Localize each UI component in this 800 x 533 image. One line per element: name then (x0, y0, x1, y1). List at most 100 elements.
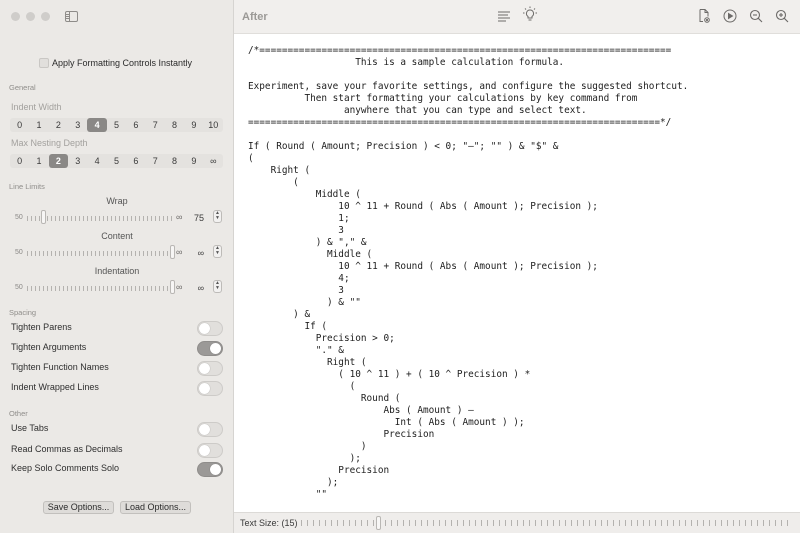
wrap-min-label: 50 (15, 214, 23, 221)
code-line: Right ( (248, 357, 367, 368)
keep-solo-comments-solo-label: Keep Solo Comments Solo (11, 463, 120, 473)
close-window-button[interactable] (11, 12, 20, 21)
indent-width-option[interactable]: 8 (165, 118, 184, 132)
max-nesting-depth-option[interactable]: 8 (165, 154, 184, 168)
code-line: Int ( Abs ( Amount ) ); (248, 417, 525, 428)
keep-solo-comments-solo-toggle[interactable] (197, 462, 223, 477)
code-line: Precision (248, 465, 390, 476)
code-line: Middle ( (248, 189, 361, 200)
text-size-slider-track[interactable] (301, 520, 793, 526)
code-line: Right ( (248, 165, 311, 176)
indent-wrapped-lines-label: Indent Wrapped Lines (11, 382, 99, 392)
code-line: This is a sample calculation formula. (248, 57, 565, 68)
code-line: ); (248, 477, 339, 488)
zoom-window-button[interactable] (41, 12, 50, 21)
max-nesting-depth-option[interactable]: 9 (184, 154, 203, 168)
max-nesting-depth-option[interactable]: 3 (68, 154, 87, 168)
apply-instantly-checkbox[interactable] (39, 58, 49, 68)
tighten-parens-toggle[interactable] (197, 321, 223, 336)
code-line: "." & (248, 345, 344, 356)
formula-editor[interactable]: /*======================================… (234, 35, 800, 512)
max-nesting-depth-option[interactable]: 2 (48, 154, 69, 168)
code-line: Precision > 0; (248, 333, 395, 344)
wrap-label: Wrap (106, 196, 128, 206)
play-circle-icon[interactable] (722, 8, 738, 24)
code-line: Abs ( Amount ) – (248, 405, 474, 416)
indent-width-option[interactable]: 5 (107, 118, 126, 132)
indent-width-option[interactable]: 9 (184, 118, 203, 132)
indent-width-option[interactable]: 3 (68, 118, 87, 132)
indentation-stepper[interactable]: ▲ ▼ (213, 280, 222, 293)
indentation-min-label: 50 (15, 284, 23, 291)
code-line: "" (248, 489, 328, 500)
code-line: ( (248, 177, 299, 188)
code-line: If ( (248, 321, 328, 332)
text-size-slider-thumb[interactable] (376, 516, 381, 530)
indentation-slider-thumb[interactable] (170, 280, 175, 294)
zoom-out-icon[interactable] (748, 8, 764, 24)
code-line: Precision (248, 429, 435, 440)
load-options-button[interactable]: Load Options... (120, 501, 191, 514)
max-nesting-depth-option[interactable]: 7 (146, 154, 165, 168)
wrap-slider-track[interactable] (27, 216, 175, 221)
content-slider-thumb[interactable] (170, 245, 175, 259)
content-min-label: 50 (15, 249, 23, 256)
lightbulb-icon[interactable] (522, 6, 538, 22)
code-line: ( 10 ^ 11 ) + ( 10 ^ Precision ) * (248, 369, 531, 380)
code-line: Middle ( (248, 249, 373, 260)
indent-width-label: Indent Width (11, 102, 62, 112)
code-line: ) & "," & (248, 237, 367, 248)
max-nesting-depth-option[interactable]: 1 (29, 154, 48, 168)
indent-width-option[interactable]: 6 (126, 118, 145, 132)
code-line: 3 (248, 285, 344, 296)
code-line: ( (248, 381, 356, 392)
use-tabs-label: Use Tabs (11, 423, 49, 433)
line-limits-heading: Line Limits (9, 182, 45, 191)
formula-code[interactable]: /*======================================… (248, 45, 688, 501)
document-settings-icon[interactable] (696, 8, 712, 24)
tighten-function-names-toggle[interactable] (197, 361, 223, 376)
other-heading: Other (9, 409, 28, 418)
content-slider-track[interactable] (27, 251, 175, 256)
max-nesting-depth-option[interactable]: 4 (87, 154, 106, 168)
indent-width-option[interactable]: 1 (29, 118, 48, 132)
wrap-slider-thumb[interactable] (41, 210, 47, 224)
indent-width-option[interactable]: 0 (10, 118, 29, 132)
sidebar-toggle-icon[interactable] (65, 11, 78, 22)
format-lines-icon[interactable] (496, 8, 512, 24)
indent-width-option[interactable]: 4 (87, 118, 107, 132)
read-commas-as-decimals-label: Read Commas as Decimals (11, 444, 123, 454)
max-nesting-depth-option[interactable]: 0 (10, 154, 29, 168)
code-line: Then start formatting your calculations … (248, 93, 638, 104)
code-line: ) & "" (248, 297, 361, 308)
tighten-arguments-toggle[interactable] (197, 341, 223, 356)
zoom-in-icon[interactable] (774, 8, 790, 24)
max-nesting-depth-segmented-control[interactable]: 0 1 2 3 4 5 6 7 8 9 ∞ (10, 154, 223, 168)
indent-width-option[interactable]: 7 (146, 118, 165, 132)
save-options-button[interactable]: Save Options... (43, 501, 114, 514)
indentation-slider-track[interactable] (27, 286, 175, 291)
code-line: ) & (248, 309, 311, 320)
content-value: ∞ (197, 248, 204, 258)
indent-width-segmented-control[interactable]: 0 1 2 3 4 5 6 7 8 9 10 (10, 118, 223, 132)
main-toolbar: After (234, 0, 800, 34)
minimize-window-button[interactable] (26, 12, 35, 21)
indent-width-option[interactable]: 10 (204, 118, 223, 132)
status-bar: Text Size: (15) (234, 512, 800, 533)
use-tabs-toggle[interactable] (197, 422, 223, 437)
apply-instantly-label: Apply Formatting Controls Instantly (52, 58, 193, 68)
code-line: /*======================================… (248, 45, 672, 56)
read-commas-as-decimals-toggle[interactable] (197, 443, 223, 458)
code-line: 4; (248, 273, 350, 284)
content-stepper[interactable]: ▲ ▼ (213, 245, 222, 258)
text-size-label: Text Size: (15) (240, 518, 298, 528)
max-nesting-depth-option[interactable]: 6 (126, 154, 145, 168)
indent-width-option[interactable]: 2 (49, 118, 68, 132)
wrap-stepper[interactable]: ▲ ▼ (213, 210, 222, 223)
indent-wrapped-lines-toggle[interactable] (197, 381, 223, 396)
content-label: Content (101, 231, 133, 241)
max-nesting-depth-option[interactable]: 5 (107, 154, 126, 168)
max-nesting-depth-option[interactable]: ∞ (204, 154, 223, 168)
